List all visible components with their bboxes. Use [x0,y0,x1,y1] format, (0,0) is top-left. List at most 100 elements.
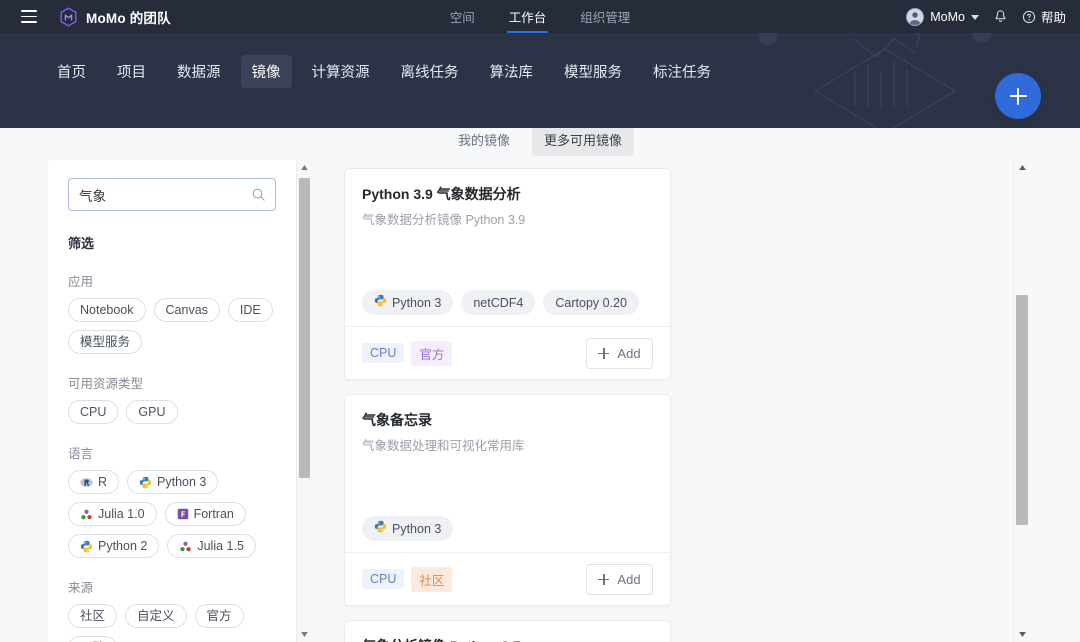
nav-item-labeling[interactable]: 标注任务 [642,55,722,88]
scroll-up-arrow-sidebar[interactable] [297,160,312,175]
filter-chip-canvas[interactable]: Canvas [153,298,220,322]
nav-item-images[interactable]: 镜像 [240,54,292,88]
module-nav: 首页 项目 数据源 镜像 计算资源 离线任务 算法库 模型服务 标注任务 [46,33,722,109]
hamburger-icon[interactable] [21,10,37,23]
filter-chip-gpu[interactable]: GPU [126,400,178,424]
add-image-button[interactable]: Add [586,563,653,595]
sidebar-scrollbar[interactable] [296,160,311,642]
nav-item-home[interactable]: 首页 [46,55,97,88]
filter-chip-r[interactable]: R [68,470,120,494]
card-tags: Python 3 [362,516,653,541]
plus-icon [598,347,610,359]
topnav-item-workbench[interactable]: 工作台 [506,0,548,33]
brand[interactable]: MoMo 的团队 [59,6,171,27]
scroll-down-arrow-sidebar[interactable] [297,627,312,642]
filter-chip-model-service[interactable]: 模型服务 [68,330,143,354]
nav-item-model-service[interactable]: 模型服务 [553,55,633,88]
card-badges: CPU 官方 [362,340,453,366]
filter-chip-label: Python 3 [157,475,207,489]
scroll-down-arrow-cards[interactable] [1014,627,1030,642]
question-circle-icon [1022,10,1036,23]
cards-scrollbar[interactable] [1013,160,1029,642]
filter-chip-julia15[interactable]: Julia 1.5 [167,534,256,558]
nav-item-algorithms[interactable]: 算法库 [479,55,545,88]
python-logo-icon [374,294,387,311]
filter-chip-label: Python 2 [98,539,148,553]
filter-chip-team[interactable]: 团队 [68,636,118,642]
help-button[interactable]: 帮助 [1022,7,1066,26]
decorative-chart-watermark [759,33,992,128]
filter-chip-python2[interactable]: Python 2 [68,534,160,558]
filter-group-label-language: 语言 [68,447,94,461]
filter-chip-label: R [98,475,108,489]
card-tag: Python 3 [362,290,454,315]
add-button-label: Add [617,571,641,587]
secondary-nav-bar: 首页 项目 数据源 镜像 计算资源 离线任务 算法库 模型服务 标注任务 [0,33,1080,128]
filter-chip-julia10[interactable]: Julia 1.0 [68,502,157,526]
help-label: 帮助 [1040,11,1066,25]
content-area: 筛选 应用 Notebook Canvas IDE 模型服务 可用资源类型 CP… [0,160,1080,642]
card-tag: Cartopy 0.20 [543,290,639,315]
cards-scroll-thumb[interactable] [1016,295,1028,525]
image-card[interactable]: 气象备忘录 气象数据处理和可视化常用库 Python 3 CPU 社区 Add [344,394,671,606]
nav-item-datasources[interactable]: 数据源 [166,55,232,88]
search-box[interactable] [68,178,276,211]
status-badge-source: 社区 [411,566,453,592]
python-logo-icon [80,540,93,553]
triangle-down-icon [1018,632,1026,637]
card-tag-label: Python 3 [392,295,442,310]
julia-logo-icon [179,540,192,553]
triangle-up-icon [1018,165,1026,170]
card-description: 气象数据处理和可视化常用库 [362,439,525,453]
filter-group-label-resource: 可用资源类型 [68,377,144,391]
filter-chip-custom[interactable]: 自定义 [125,604,187,628]
filter-group-resource: CPU GPU [68,400,280,424]
filter-chip-python3[interactable]: Python 3 [127,470,219,494]
nav-item-projects[interactable]: 项目 [106,55,157,88]
user-menu[interactable]: MoMo [906,7,979,26]
add-image-button[interactable]: Add [586,337,653,369]
create-button[interactable] [995,73,1041,119]
filter-chip-official[interactable]: 官方 [194,604,244,628]
brand-name: MoMo 的团队 [86,10,171,26]
filter-chip-ide[interactable]: IDE [227,298,273,322]
search-icon[interactable] [251,187,266,202]
filter-group-label-source: 来源 [68,581,94,595]
image-cards-grid: Python 3.9 气象数据分析 气象数据分析镜像 Python 3.9 Py… [330,160,1025,642]
scroll-up-arrow-cards[interactable] [1014,160,1030,175]
filter-chip-fortran[interactable]: Fortran [164,502,246,526]
card-tag: netCDF4 [461,290,536,315]
card-description: 气象数据分析镜像 Python 3.9 [362,213,526,227]
triangle-up-icon [301,165,308,170]
image-card[interactable]: 气象分析镜像 Python 3.7 测试中，不稳定 Python 3 测试中 [344,620,671,642]
card-tags: Python 3 netCDF4 Cartopy 0.20 [362,290,653,315]
nav-item-offline-tasks[interactable]: 离线任务 [390,55,470,88]
filter-sidebar: 筛选 应用 Notebook Canvas IDE 模型服务 可用资源类型 CP… [48,160,296,642]
topnav-item-org[interactable]: 组织管理 [580,0,630,33]
status-badge-cpu: CPU [362,569,405,589]
sidebar-scroll-thumb[interactable] [299,178,310,478]
filter-chip-community[interactable]: 社区 [68,604,118,628]
filter-chip-notebook[interactable]: Notebook [68,298,146,322]
filter-chip-label: Fortran [193,507,234,521]
filter-heading: 筛选 [68,236,95,251]
card-tag: Python 3 [362,516,454,541]
chevron-down-icon [970,15,979,20]
card-title: Python 3.9 气象数据分析 [362,186,521,202]
nav-item-compute[interactable]: 计算资源 [301,55,381,88]
search-input[interactable] [79,187,249,202]
python-logo-icon [374,520,387,537]
plus-icon [598,573,610,585]
card-footer: CPU 社区 Add [345,552,670,605]
card-tag-label: Python 3 [392,521,442,536]
card-badges: CPU 社区 [362,566,453,592]
topnav-item-space[interactable]: 空间 [450,0,475,33]
filter-chip-cpu[interactable]: CPU [68,400,119,424]
bell-icon[interactable] [993,9,1008,24]
fortran-logo-icon [177,508,189,520]
filter-group-label-app: 应用 [68,275,94,289]
julia-logo-icon [80,508,93,521]
top-right-actions: MoMo 帮助 [906,0,1066,33]
card-title: 气象分析镜像 Python 3.7 [362,637,653,642]
image-card[interactable]: Python 3.9 气象数据分析 气象数据分析镜像 Python 3.9 Py… [344,168,671,380]
